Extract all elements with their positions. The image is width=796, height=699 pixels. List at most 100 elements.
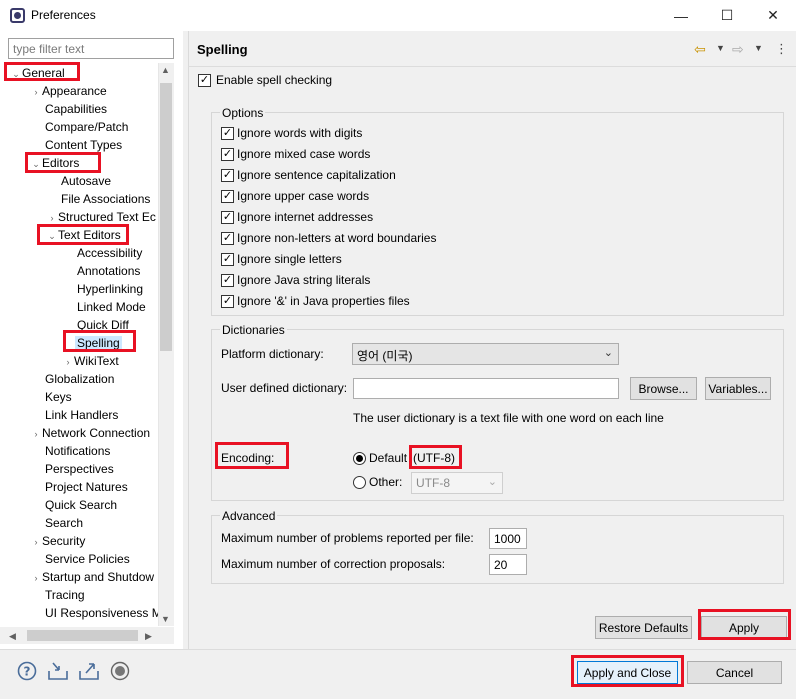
ignore-non-letters-checkbox[interactable]: ✓ xyxy=(221,232,234,245)
encoding-other-value: UTF-8 xyxy=(416,476,450,490)
tree-item-project-natures[interactable]: Project Natures xyxy=(45,478,128,496)
chevron-down-icon: ⌄ xyxy=(487,476,497,488)
chevron-right-icon[interactable]: › xyxy=(46,209,58,227)
chevron-right-icon[interactable]: › xyxy=(30,569,42,587)
tree-item-annotations[interactable]: Annotations xyxy=(77,262,140,280)
ignore-digits-checkbox[interactable]: ✓ xyxy=(221,127,234,140)
tree-item-security[interactable]: › Security xyxy=(30,532,86,551)
tree-item-search[interactable]: Search xyxy=(45,514,83,532)
apply-and-close-button[interactable]: Apply and Close xyxy=(577,661,678,684)
ignore-mixed-case-label: Ignore mixed case words xyxy=(237,147,371,161)
encoding-default-radio[interactable] xyxy=(353,452,366,465)
ignore-sentence-cap-label: Ignore sentence capitalization xyxy=(237,168,396,182)
apply-button[interactable]: Apply xyxy=(701,616,787,639)
export-icon[interactable] xyxy=(78,660,100,682)
ignore-mixed-case-checkbox[interactable]: ✓ xyxy=(221,148,234,161)
enable-spell-checkbox[interactable]: ✓ xyxy=(198,74,211,87)
tree-item-appearance[interactable]: › Appearance xyxy=(30,82,107,100)
ignore-single-letters-label: Ignore single letters xyxy=(237,252,342,266)
page-title: Spelling xyxy=(197,42,248,57)
tree-item-network-connections[interactable]: › Network Connection xyxy=(30,424,151,443)
tree-item-general[interactable]: ⌄ General xyxy=(10,64,64,83)
maximize-button[interactable]: ☐ xyxy=(704,0,750,31)
tree-item-quick-search[interactable]: Quick Search xyxy=(45,496,117,514)
tree-item-editors[interactable]: ⌄ Editors xyxy=(30,154,79,172)
tree-item-perspectives[interactable]: Perspectives xyxy=(45,460,114,478)
scroll-left-icon[interactable]: ◀ xyxy=(9,631,16,642)
tree-item-structured-text[interactable]: › Structured Text Ec xyxy=(46,208,156,226)
tree-item-linked-mode[interactable]: Linked Mode xyxy=(77,298,146,316)
ignore-internet-checkbox[interactable]: ✓ xyxy=(221,211,234,224)
tree-item-notifications[interactable]: Notifications xyxy=(45,442,110,460)
help-icon[interactable]: ? xyxy=(16,660,38,682)
record-icon[interactable] xyxy=(109,660,131,682)
enable-spell-label: Enable spell checking xyxy=(216,73,333,87)
max-problems-input[interactable]: 1000 xyxy=(489,528,527,549)
tree-item-link-handlers[interactable]: Link Handlers xyxy=(45,406,118,424)
eclipse-icon xyxy=(10,8,25,23)
browse-button[interactable]: Browse... xyxy=(630,377,697,400)
tree-vertical-scroll-thumb[interactable] xyxy=(160,83,172,351)
tree-item-spelling[interactable]: Spelling xyxy=(75,334,122,352)
scroll-right-icon[interactable]: ▶ xyxy=(145,631,152,642)
tree-item-content-types[interactable]: Content Types xyxy=(45,136,122,154)
tree-item-text-editors[interactable]: ⌄ Text Editors xyxy=(46,226,120,245)
tree-item-quick-diff[interactable]: Quick Diff xyxy=(77,316,129,334)
forward-dropdown-icon[interactable]: ▼ xyxy=(754,43,763,53)
tree-item-globalization[interactable]: Globalization xyxy=(45,370,114,388)
filter-input[interactable] xyxy=(8,38,174,59)
menu-icon[interactable]: ⋮ xyxy=(775,41,788,57)
platform-dictionary-label: Platform dictionary: xyxy=(221,347,324,361)
encoding-other-radio[interactable] xyxy=(353,476,366,489)
encoding-other-select[interactable]: UTF-8 ⌄ xyxy=(411,472,503,494)
ignore-java-strings-checkbox[interactable]: ✓ xyxy=(221,274,234,287)
platform-dictionary-select[interactable]: 영어 (미국) ⌄ xyxy=(352,343,619,365)
tree-item-hyperlinking[interactable]: Hyperlinking xyxy=(77,280,143,298)
tree-item-service-policies[interactable]: Service Policies xyxy=(45,550,130,568)
encoding-label: Encoding: xyxy=(221,451,275,465)
user-dictionary-input[interactable] xyxy=(353,378,619,399)
chevron-right-icon[interactable]: › xyxy=(30,83,42,101)
ignore-ampersand-checkbox[interactable]: ✓ xyxy=(221,295,234,308)
chevron-down-icon[interactable]: ⌄ xyxy=(46,227,58,245)
platform-dictionary-value: 영어 (미국) xyxy=(357,349,413,363)
header-divider xyxy=(188,66,796,67)
back-dropdown-icon[interactable]: ▼ xyxy=(716,43,725,53)
cancel-button[interactable]: Cancel xyxy=(687,661,782,684)
variables-button[interactable]: Variables... xyxy=(705,377,771,400)
forward-arrow-icon[interactable]: ⇨ xyxy=(732,41,744,58)
tree-item-compare-patch[interactable]: Compare/Patch xyxy=(45,118,128,136)
chevron-right-icon[interactable]: › xyxy=(62,353,74,371)
tree-item-file-associations[interactable]: File Associations xyxy=(61,190,150,208)
encoding-default-label: Default xyxy=(369,451,408,465)
scroll-up-icon[interactable]: ▲ xyxy=(161,65,170,75)
tree-item-ui-responsiveness[interactable]: UI Responsiveness M xyxy=(45,604,158,622)
chevron-right-icon[interactable]: › xyxy=(30,533,42,551)
scroll-down-icon[interactable]: ▼ xyxy=(161,614,170,624)
tree-horizontal-scroll-thumb[interactable] xyxy=(27,630,138,641)
max-proposals-input[interactable]: 20 xyxy=(489,554,527,575)
restore-defaults-button[interactable]: Restore Defaults xyxy=(595,616,692,639)
ignore-sentence-cap-checkbox[interactable]: ✓ xyxy=(221,169,234,182)
chevron-down-icon[interactable]: ⌄ xyxy=(30,155,42,173)
back-arrow-icon[interactable]: ⇦ xyxy=(694,41,706,58)
ignore-single-letters-checkbox[interactable]: ✓ xyxy=(221,253,234,266)
ignore-upper-case-checkbox[interactable]: ✓ xyxy=(221,190,234,203)
tree-item-capabilities[interactable]: Capabilities xyxy=(45,100,107,118)
minimize-button[interactable]: — xyxy=(658,0,704,31)
chevron-down-icon[interactable]: ⌄ xyxy=(10,65,22,83)
ignore-java-strings-label: Ignore Java string literals xyxy=(237,273,371,287)
tree-item-wikitext[interactable]: › WikiText xyxy=(62,352,119,370)
tree-item-keys[interactable]: Keys xyxy=(45,388,72,406)
close-button[interactable]: ✕ xyxy=(750,0,796,31)
encoding-other-label: Other: xyxy=(369,475,403,489)
window-title: Preferences xyxy=(31,8,96,22)
import-icon[interactable] xyxy=(47,660,69,682)
tree-item-startup-shutdown[interactable]: › Startup and Shutdow xyxy=(30,568,155,587)
tree-item-accessibility[interactable]: Accessibility xyxy=(77,244,142,262)
chevron-right-icon[interactable]: › xyxy=(30,425,42,443)
max-proposals-label: Maximum number of correction proposals: xyxy=(221,557,446,571)
tree-item-autosave[interactable]: Autosave xyxy=(61,172,111,190)
tree-item-tracing[interactable]: Tracing xyxy=(45,586,85,604)
max-problems-label: Maximum number of problems reported per … xyxy=(221,531,474,545)
